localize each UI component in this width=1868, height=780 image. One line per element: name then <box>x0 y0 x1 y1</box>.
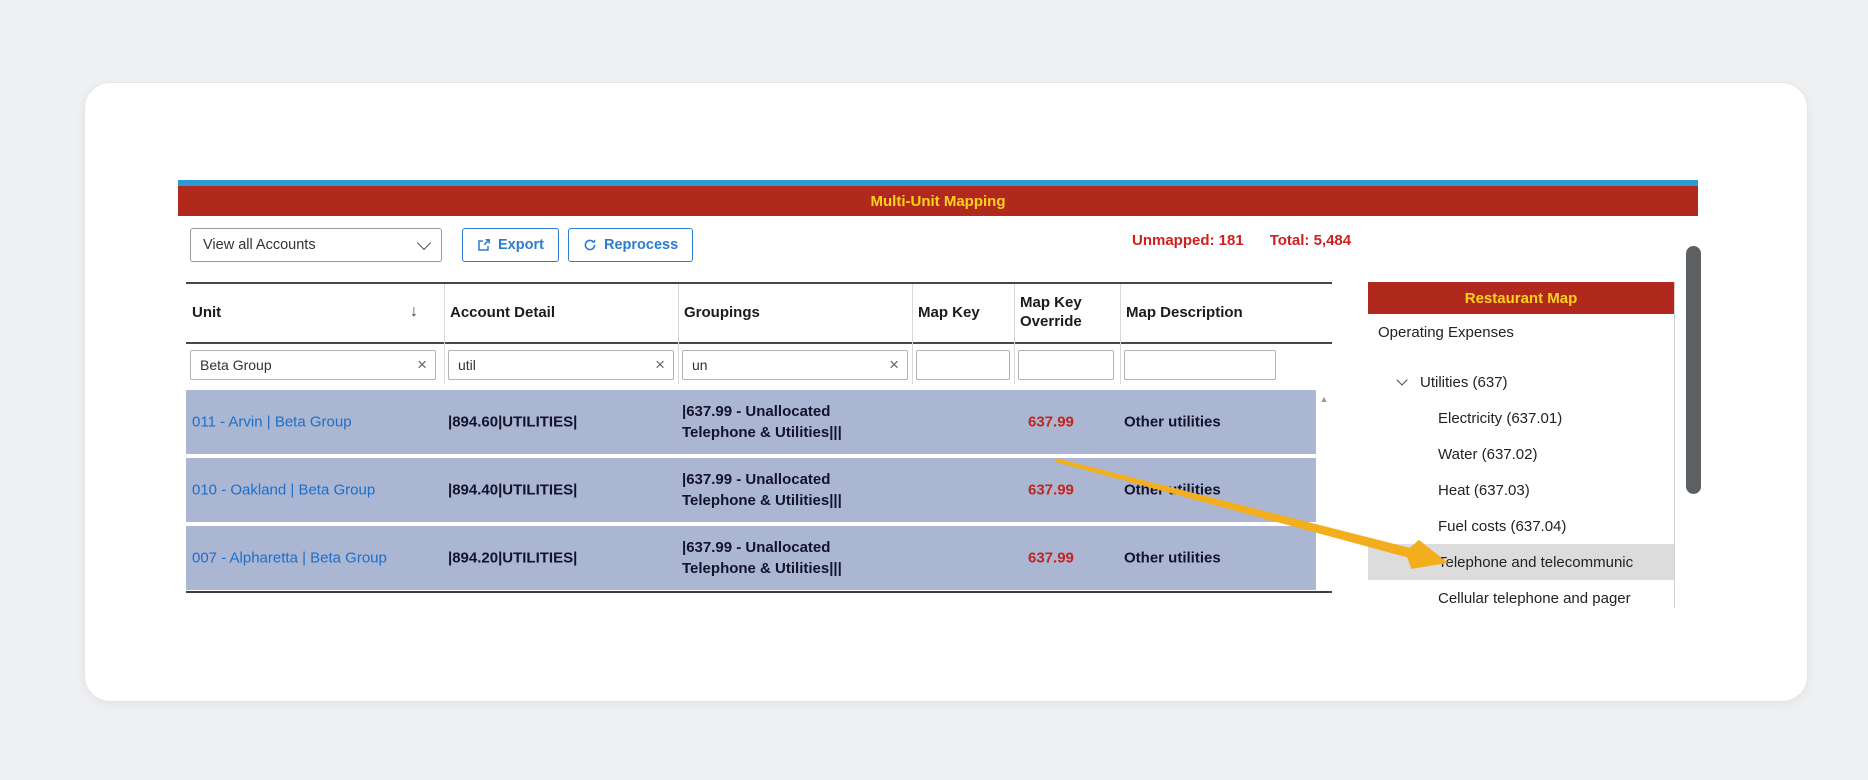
map-key-filter <box>916 350 1010 380</box>
map-section-label: Operating Expenses <box>1368 314 1674 350</box>
clear-filter-icon[interactable]: × <box>653 356 673 375</box>
groupings-filter: × <box>682 350 908 380</box>
column-header-unit-label: Unit <box>192 303 222 321</box>
map-key-override-cell[interactable]: 637.99 <box>1028 414 1074 431</box>
map-description-filter <box>1124 350 1276 380</box>
window-title-bar: Multi-Unit Mapping <box>178 186 1698 216</box>
table-bottom-border <box>186 591 1332 593</box>
map-description-cell: Other utilities <box>1124 413 1221 431</box>
scroll-up-icon[interactable]: ▲ <box>1320 394 1329 404</box>
map-key-override-cell[interactable]: 637.99 <box>1028 482 1074 499</box>
export-icon <box>478 239 490 251</box>
account-view-dropdown-value: View all Accounts <box>203 237 316 253</box>
table-header-border <box>186 342 1332 344</box>
refresh-icon <box>584 239 596 251</box>
column-header-map-key-override[interactable]: Map Key Override <box>1014 284 1120 340</box>
chevron-down-icon <box>416 235 432 250</box>
clear-filter-icon[interactable]: × <box>415 356 435 375</box>
export-button[interactable]: Export <box>462 228 559 262</box>
map-description-filter-input[interactable] <box>1125 351 1275 379</box>
account-detail-cell: |894.20|UTILITIES| <box>448 549 578 567</box>
groupings-cell: |637.99 - Unallocated Telephone & Utilit… <box>682 471 842 509</box>
map-description-cell: Other utilities <box>1124 549 1221 567</box>
unit-link[interactable]: 010 - Oakland | Beta Group <box>192 482 375 499</box>
tree-item-water[interactable]: Water (637.02) <box>1368 436 1674 472</box>
unit-filter: × <box>190 350 436 380</box>
tree-item-heat[interactable]: Heat (637.03) <box>1368 472 1674 508</box>
table-row[interactable]: 010 - Oakland | Beta Group |894.40|UTILI… <box>186 458 1316 522</box>
total-count: Total: 5,484 <box>1269 231 1352 249</box>
tree-item-telephone[interactable]: Telephone and telecommunic <box>1368 544 1674 580</box>
map-key-filter-input[interactable] <box>917 351 1009 379</box>
export-button-label: Export <box>498 237 544 253</box>
reprocess-button[interactable]: Reprocess <box>568 228 694 262</box>
column-header-map-key[interactable]: Map Key <box>912 284 1014 340</box>
groupings-cell: |637.99 - Unallocated Telephone & Utilit… <box>682 539 842 577</box>
restaurant-map-header: Restaurant Map <box>1368 282 1674 314</box>
tree-item-electricity[interactable]: Electricity (637.01) <box>1368 400 1674 436</box>
account-tree: Utilities (637) Electricity (637.01) Wat… <box>1368 350 1674 608</box>
map-key-override-filter-input[interactable] <box>1019 351 1113 379</box>
unit-filter-input[interactable] <box>191 351 416 379</box>
account-detail-cell: |894.60|UTILITIES| <box>448 413 578 431</box>
groupings-filter-input[interactable] <box>683 351 888 379</box>
account-detail-filter-input[interactable] <box>449 351 654 379</box>
page-title: Multi-Unit Mapping <box>870 192 1006 210</box>
map-key-override-filter <box>1018 350 1114 380</box>
column-header-account-detail[interactable]: Account Detail <box>444 284 678 340</box>
account-view-dropdown[interactable]: View all Accounts <box>190 228 442 262</box>
account-detail-filter: × <box>448 350 674 380</box>
tree-item-utilities[interactable]: Utilities (637) <box>1368 364 1674 400</box>
map-description-cell: Other utilities <box>1124 481 1221 499</box>
column-header-groupings[interactable]: Groupings <box>678 284 912 340</box>
vertical-scrollbar-thumb[interactable] <box>1686 246 1701 494</box>
unit-link[interactable]: 011 - Arvin | Beta Group <box>192 414 352 431</box>
column-header-unit[interactable]: Unit ↓ <box>186 284 444 340</box>
mapping-stats: Unmapped: 181 Total: 5,484 <box>1132 230 1351 250</box>
unmapped-count: Unmapped: 181 <box>1132 231 1244 249</box>
account-detail-cell: |894.40|UTILITIES| <box>448 481 578 499</box>
restaurant-map-title: Restaurant Map <box>1464 289 1578 307</box>
column-header-map-description[interactable]: Map Description <box>1120 284 1316 340</box>
table-row[interactable]: 007 - Alpharetta | Beta Group |894.20|UT… <box>186 526 1316 590</box>
grid-scrollbar[interactable]: ▲ <box>1316 390 1332 590</box>
groupings-cell: |637.99 - Unallocated Telephone & Utilit… <box>682 403 842 441</box>
reprocess-button-label: Reprocess <box>604 237 679 253</box>
unit-link[interactable]: 007 - Alpharetta | Beta Group <box>192 550 387 567</box>
map-key-override-cell[interactable]: 637.99 <box>1028 550 1074 567</box>
table-row[interactable]: 011 - Arvin | Beta Group |894.60|UTILITI… <box>186 390 1316 454</box>
tree-item-cellular-telephone[interactable]: Cellular telephone and pager <box>1368 580 1674 608</box>
tree-panel-edge <box>1674 282 1675 608</box>
chevron-expanded-icon[interactable] <box>1396 374 1408 386</box>
clear-filter-icon[interactable]: × <box>887 356 907 375</box>
sort-descending-icon[interactable]: ↓ <box>410 303 418 321</box>
tree-item-fuel-costs[interactable]: Fuel costs (637.04) <box>1368 508 1674 544</box>
